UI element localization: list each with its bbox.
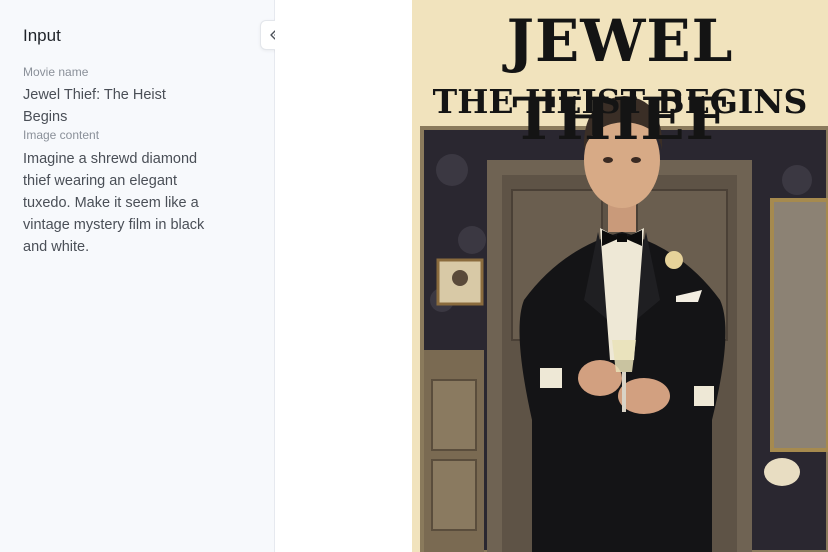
poster-title-line2: THE HEIST BEGINS — [432, 82, 808, 121]
movie-name-value: Jewel Thief: The Heist Begins — [23, 87, 166, 125]
image-content-label: Image content — [23, 128, 100, 142]
image-content-value: Imagine a shrewd diamond thief wearing a… — [23, 151, 205, 255]
movie-name-label: Movie name — [23, 65, 89, 79]
generated-poster-image: JEWEL THIEF THE HEIST BEGINS — [412, 0, 828, 552]
poster-title-line1: JEWEL THIEF — [506, 7, 734, 153]
input-panel: Input Movie name Jewel Thief: The Heist … — [0, 0, 275, 552]
panel-title: Input — [23, 26, 61, 45]
